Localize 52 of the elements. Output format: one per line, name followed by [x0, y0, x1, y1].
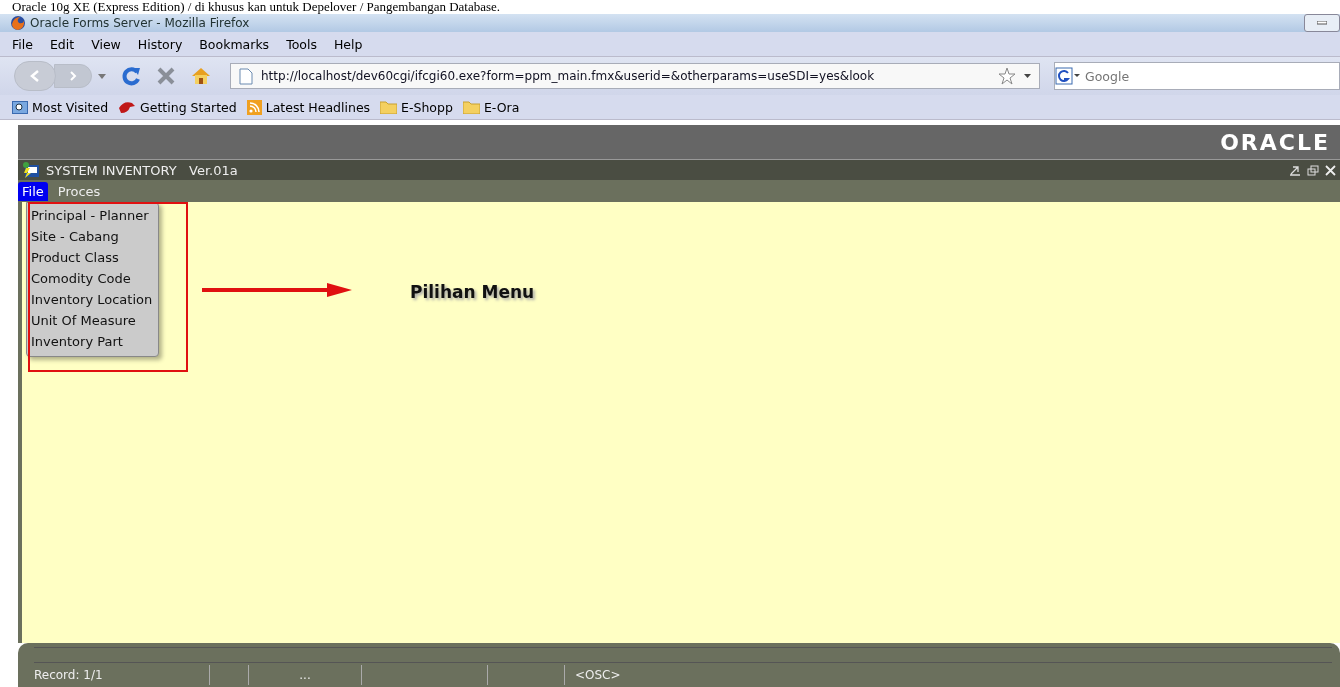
menu-item[interactable]: Edit — [49, 36, 75, 52]
browser-logo-icon — [10, 15, 26, 31]
bookmark-item[interactable]: E-Ora — [462, 99, 520, 115]
window-title: Oracle Forms Server - Mozilla Firefox — [30, 16, 250, 30]
app-icon — [22, 162, 40, 178]
annotation-label: Pilihan Menu — [410, 282, 535, 302]
minimize-icon[interactable] — [1289, 164, 1301, 176]
search-field[interactable]: Google — [1054, 62, 1340, 90]
menu-item[interactable]: Tools — [286, 36, 317, 52]
menu-option[interactable]: Site - Cabang — [31, 226, 153, 247]
forward-icon — [68, 70, 78, 82]
close-icon[interactable] — [1325, 164, 1336, 176]
menu-item[interactable]: Bookmarks — [199, 36, 270, 52]
menu-item[interactable]: Help — [333, 36, 363, 52]
stop-icon[interactable] — [156, 66, 176, 86]
menu-item[interactable]: History — [137, 36, 183, 52]
bookmark-item[interactable]: Getting Started — [118, 99, 237, 115]
restore-icon[interactable] — [1307, 164, 1319, 176]
minimize-button[interactable] — [1304, 14, 1340, 32]
bookmark-item[interactable]: E-Shopp — [380, 99, 453, 115]
back-icon — [29, 69, 41, 83]
dropdown-caret-icon[interactable] — [1024, 74, 1031, 78]
bookmark-item[interactable]: Most Visited — [12, 99, 109, 115]
status-text: Record: 1/1 — [34, 665, 210, 685]
page-icon — [239, 67, 253, 85]
menu-option[interactable]: Inventory Location — [31, 289, 153, 310]
search-engine-icon[interactable] — [1055, 67, 1081, 85]
rss-icon — [246, 99, 262, 115]
minimize-icon — [1317, 21, 1327, 25]
menu-option[interactable]: Comodity Code — [31, 268, 153, 289]
menu-item[interactable]: File — [18, 181, 48, 201]
menu-option[interactable]: Principal - Planner — [31, 205, 153, 226]
menu-option[interactable]: Product Class — [31, 247, 153, 268]
form-title: SYSTEM INVENTORY Ver.01a — [46, 162, 238, 178]
bookmark-item[interactable]: Latest Headlines — [246, 99, 371, 115]
search-folder-icon — [12, 100, 28, 114]
menu-item[interactable]: View — [91, 36, 121, 52]
home-icon[interactable] — [190, 66, 212, 86]
reload-icon[interactable] — [120, 65, 142, 87]
folder-icon — [380, 100, 398, 114]
status-text: ... — [249, 665, 362, 685]
menu-item[interactable]: Proces — [53, 181, 105, 201]
menu-option[interactable]: Inventory Part — [31, 331, 153, 352]
address-bar[interactable]: http://localhost/dev60cgi/ifcgi60.exe?form=ppm_main.fmx&userid=&otherparams=useSDI=yes&look — [230, 63, 1040, 89]
folder-icon — [462, 100, 480, 114]
status-text: <OSC> — [564, 665, 1332, 685]
oracle-logo: ORACLE — [1220, 129, 1330, 155]
menu-option[interactable]: Unit Of Measure — [31, 310, 153, 331]
document-caption: Oracle 10g XE (Express Edition) / di khusus kan untuk Depelover / Pangembangan Database. — [11, 0, 502, 14]
menu-item[interactable]: File — [12, 36, 33, 52]
bird-icon — [118, 100, 137, 114]
star-icon[interactable] — [998, 67, 1016, 85]
